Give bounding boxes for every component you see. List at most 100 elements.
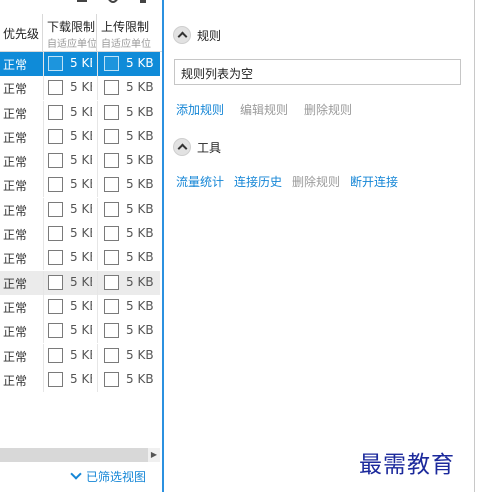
- table-row[interactable]: 正常 5 KB 5 KB: [0, 76, 160, 101]
- download-limit-checkbox[interactable]: [48, 56, 63, 71]
- upload-limit-checkbox[interactable]: [104, 226, 119, 242]
- download-limit-checkbox[interactable]: [48, 371, 63, 387]
- minus-icon[interactable]: [76, 0, 88, 4]
- download-limit-checkbox[interactable]: [48, 153, 63, 169]
- table-row[interactable]: 正常 5 KB 5 KB: [0, 100, 160, 125]
- priority-cell: 正常: [3, 130, 28, 145]
- horizontal-scrollbar[interactable]: ▶: [0, 448, 160, 462]
- column-separator: [97, 197, 98, 222]
- scroll-right-arrow-icon[interactable]: ▶: [148, 448, 160, 462]
- rules-action-1[interactable]: 添加规则: [176, 101, 224, 118]
- collapse-chevron-up-icon[interactable]: [173, 26, 191, 44]
- upload-limit-checkbox[interactable]: [104, 128, 119, 144]
- download-limit-checkbox[interactable]: [48, 298, 63, 314]
- upload-limit-value: 5 KB: [126, 104, 154, 119]
- rules-action-2: 编辑规则: [240, 103, 289, 117]
- priority-cell: 正常: [3, 106, 28, 121]
- download-limit-value: 5 KB: [70, 323, 92, 338]
- download-limit-checkbox[interactable]: [48, 226, 63, 242]
- column-header-priority[interactable]: 优先级: [0, 14, 43, 52]
- tools-section-header[interactable]: 工具: [173, 137, 221, 157]
- download-limit-checkbox[interactable]: [48, 250, 63, 266]
- upload-limit-value: 5 KB: [126, 323, 154, 338]
- upload-limit-value: 5 KB: [126, 274, 154, 289]
- priority-cell: 正常: [3, 349, 28, 364]
- table-row[interactable]: 正常 5 KB 5 KB: [0, 246, 160, 271]
- table-row[interactable]: 正常 5 KB 5 KB: [0, 270, 160, 295]
- upload-limit-checkbox[interactable]: [104, 323, 119, 339]
- tools-action-4[interactable]: 断开连接: [350, 173, 398, 190]
- column-separator: [97, 149, 98, 174]
- upload-limit-checkbox[interactable]: [104, 298, 119, 314]
- download-limit-value: 5 KB: [70, 250, 92, 265]
- column-separator: [43, 270, 44, 295]
- download-limit-checkbox[interactable]: [48, 274, 63, 290]
- window-right-border: [474, 0, 475, 492]
- table-row[interactable]: 正常 5 KB 5 KB: [0, 222, 160, 247]
- download-limit-value: 5 KB: [70, 128, 92, 143]
- table-row[interactable]: 正常 5 KB 5 KB: [0, 294, 160, 319]
- table-row[interactable]: 正常 5 KB 5 KB: [0, 319, 160, 344]
- column-separator: [97, 173, 98, 198]
- table-row[interactable]: 正常 5 KB 5 KB: [0, 124, 160, 149]
- collapse-chevron-up-icon[interactable]: [173, 138, 191, 156]
- upload-limit-value: 5 KB: [126, 153, 154, 168]
- download-limit-checkbox[interactable]: [48, 104, 63, 120]
- download-limit-value: 5 KB: [70, 104, 92, 119]
- connections-table-pane: 优先级 下载限制 自适应单位 上传限制 自适应单位 正常 5 KB 5 KB 正常 5 …: [0, 0, 162, 492]
- download-limit-checkbox[interactable]: [48, 80, 63, 96]
- download-limit-value: 5 KB: [70, 226, 92, 241]
- upload-limit-checkbox[interactable]: [104, 371, 119, 387]
- column-separator: [43, 52, 44, 76]
- column-separator: [97, 343, 98, 368]
- column-separator: [43, 319, 44, 344]
- table-row[interactable]: 正常 5 KB 5 KB: [0, 173, 160, 198]
- column-separator: [43, 294, 44, 319]
- upload-limit-checkbox[interactable]: [104, 177, 119, 193]
- rules-section-header[interactable]: 规则: [173, 25, 221, 45]
- upload-limit-checkbox[interactable]: [104, 80, 119, 96]
- download-limit-checkbox[interactable]: [48, 128, 63, 144]
- priority-cell: 正常: [3, 276, 28, 291]
- table-row[interactable]: 正常 5 KB 5 KB: [0, 367, 160, 392]
- tools-action-1[interactable]: 流量统计: [176, 173, 224, 190]
- table-row[interactable]: 正常 5 KB 5 KB: [0, 197, 160, 222]
- download-limit-checkbox[interactable]: [48, 201, 63, 217]
- table-row[interactable]: 正常 5 KB 5 KB: [0, 343, 160, 368]
- column-separator: [97, 124, 98, 149]
- rules-empty-text: 规则列表为空: [181, 67, 254, 81]
- column-header-download-limit[interactable]: 下载限制 自适应单位: [43, 14, 97, 52]
- column-separator: [43, 173, 44, 198]
- upload-limit-value: 5 KB: [126, 201, 154, 216]
- tools-section-title: 工具: [197, 140, 222, 155]
- upload-limit-checkbox[interactable]: [104, 104, 119, 120]
- rules-list[interactable]: 规则列表为空: [174, 59, 461, 85]
- upload-limit-checkbox[interactable]: [104, 347, 119, 363]
- column-separator: [43, 76, 44, 101]
- table-row[interactable]: 正常 5 KB 5 KB: [0, 52, 160, 77]
- download-limit-checkbox[interactable]: [48, 323, 63, 339]
- rules-actions: 添加规则 编辑规则 删除规则: [176, 101, 368, 118]
- upload-limit-checkbox[interactable]: [104, 56, 119, 71]
- upload-limit-checkbox[interactable]: [104, 201, 119, 217]
- tools-action-2[interactable]: 连接历史: [234, 173, 282, 190]
- priority-cell: 正常: [3, 373, 28, 388]
- download-limit-checkbox[interactable]: [48, 177, 63, 193]
- table-body: 正常 5 KB 5 KB 正常 5 KB 5 KB 正常 5 KB 5 KB 正常 5 KB 5 KB…: [0, 52, 160, 392]
- download-limit-value: 5 KB: [70, 80, 92, 95]
- column-header-upload-limit[interactable]: 上传限制 自适应单位: [97, 14, 160, 52]
- upload-limit-checkbox[interactable]: [104, 250, 119, 266]
- filtered-view-link[interactable]: 已筛选视图: [70, 468, 146, 485]
- download-limit-value: 5 KB: [70, 56, 92, 70]
- upload-limit-checkbox[interactable]: [104, 274, 119, 290]
- refresh-icon[interactable]: [107, 0, 119, 4]
- upload-limit-value: 5 KB: [126, 371, 154, 386]
- upload-limit-checkbox[interactable]: [104, 153, 119, 169]
- settings-icon[interactable]: [137, 0, 149, 4]
- download-limit-checkbox[interactable]: [48, 347, 63, 363]
- priority-cell: 正常: [3, 203, 28, 218]
- column-separator: [97, 246, 98, 271]
- download-limit-value: 5 KB: [70, 371, 92, 386]
- watermark: 最需教育: [359, 452, 455, 478]
- table-row[interactable]: 正常 5 KB 5 KB: [0, 149, 160, 174]
